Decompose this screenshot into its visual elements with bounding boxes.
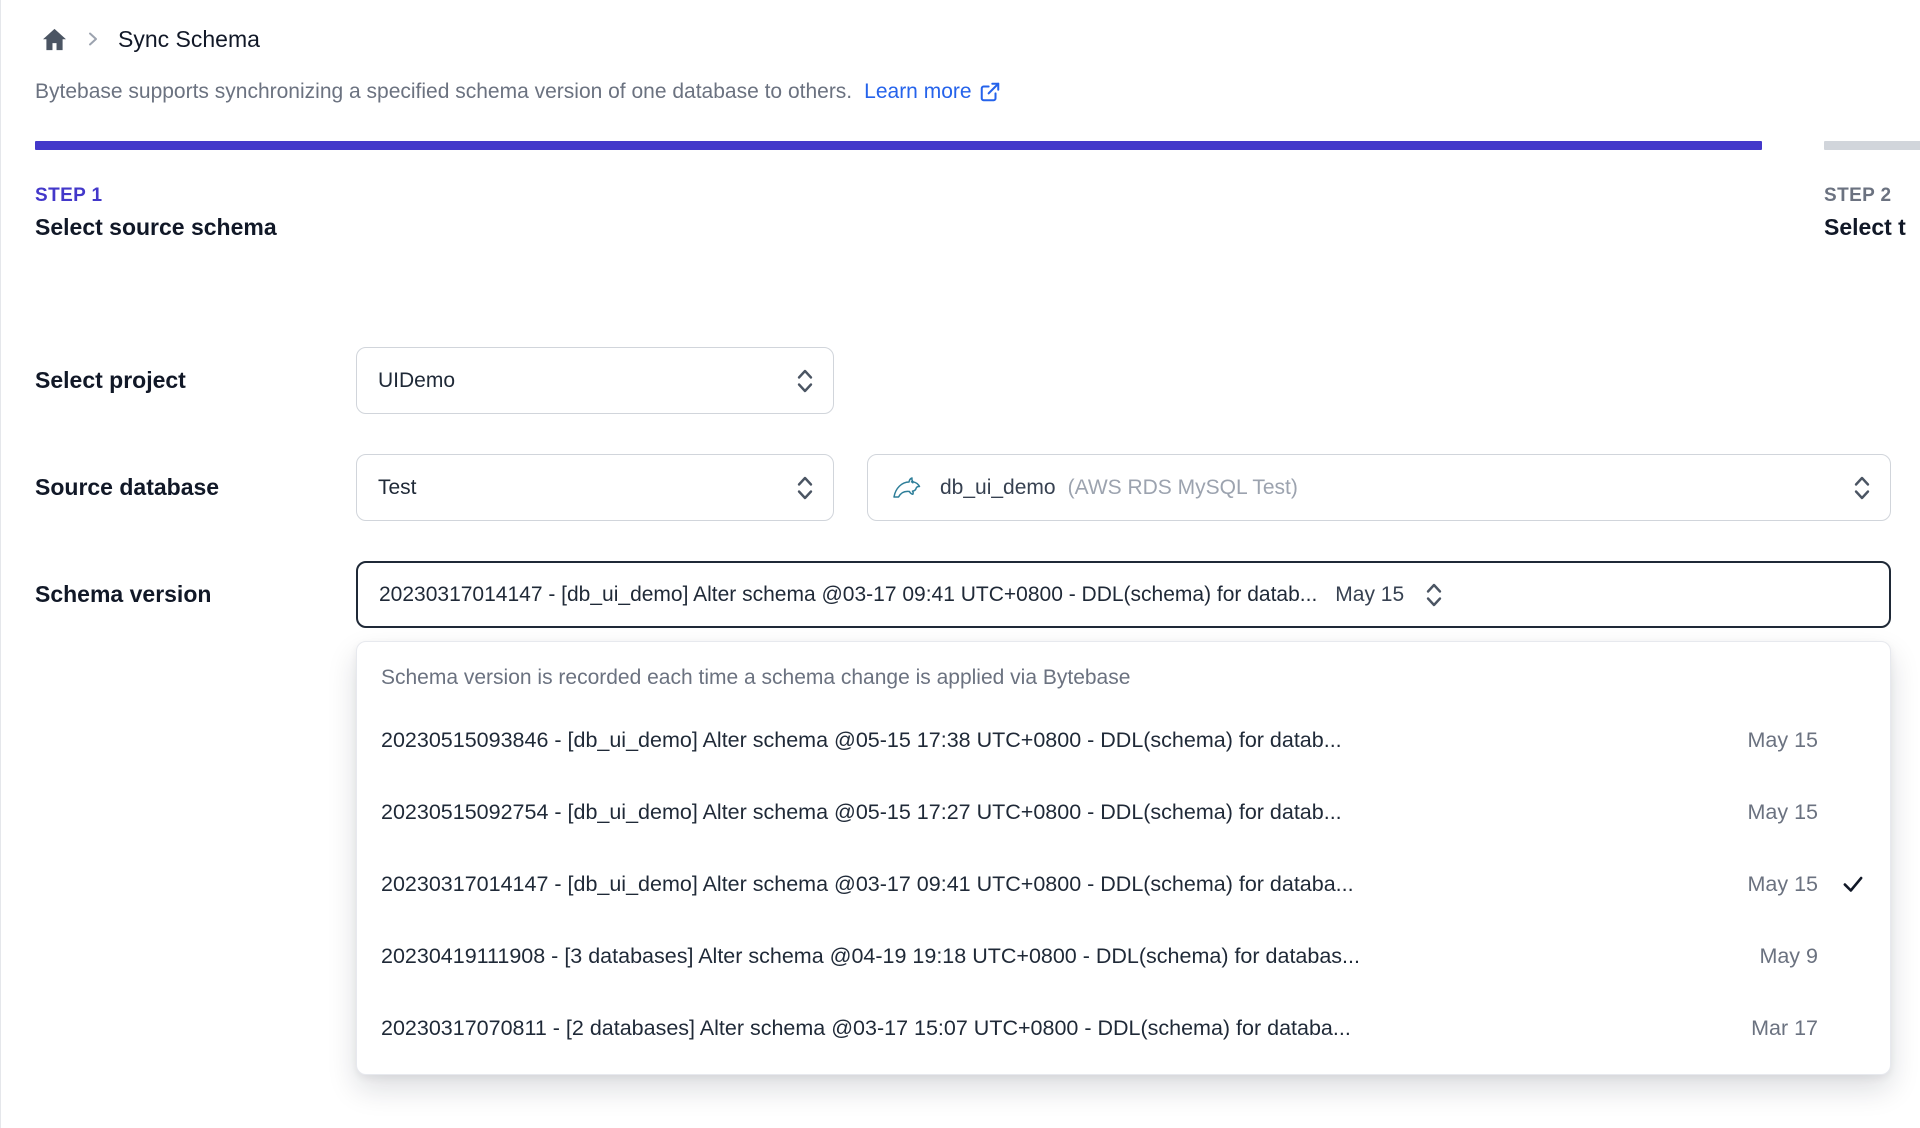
step-2-label: STEP 2 bbox=[1824, 185, 1892, 206]
option-date: May 15 bbox=[1747, 727, 1818, 752]
database-detail: (AWS RDS MySQL Test) bbox=[1067, 475, 1298, 499]
step-2-title: Select t bbox=[1824, 214, 1906, 240]
schema-version-option[interactable]: 20230419111908 - [3 databases] Alter sch… bbox=[357, 920, 1890, 992]
project-row: Select project UIDemo bbox=[35, 347, 1920, 414]
sync-schema-page: Sync Schema Bytebase supports synchroniz… bbox=[1, 0, 1920, 1128]
chevron-right-icon bbox=[85, 31, 101, 47]
schema-version-option-selected[interactable]: 20230317014147 - [db_ui_demo] Alter sche… bbox=[357, 848, 1890, 920]
option-text: 20230515093846 - [db_ui_demo] Alter sche… bbox=[381, 727, 1342, 752]
schema-version-date: May 15 bbox=[1335, 582, 1405, 606]
environment-select[interactable]: Test bbox=[356, 454, 834, 521]
step-2-progress-bar bbox=[1824, 141, 1920, 150]
home-icon[interactable] bbox=[41, 26, 68, 53]
environment-select-value: Test bbox=[378, 475, 417, 499]
step-progress: STEP 1 Select source schema STEP 2 Selec… bbox=[35, 141, 1920, 241]
schema-version-row: Schema version 20230317014147 - [db_ui_d… bbox=[35, 561, 1920, 628]
database-name: db_ui_demo bbox=[940, 475, 1056, 499]
schema-version-label: Schema version bbox=[35, 581, 212, 607]
option-text: 20230317070811 - [2 databases] Alter sch… bbox=[381, 1015, 1351, 1040]
external-link-icon bbox=[979, 81, 1001, 103]
source-database-label: Source database bbox=[35, 474, 220, 500]
step-1-label: STEP 1 bbox=[35, 185, 103, 206]
step-2: STEP 2 Select t bbox=[1824, 141, 1920, 241]
project-select-value: UIDemo bbox=[378, 368, 456, 392]
check-icon bbox=[1818, 871, 1866, 897]
mysql-dolphin-icon bbox=[889, 473, 925, 503]
option-date: May 15 bbox=[1747, 871, 1818, 896]
source-database-row: Source database Test db_ui_demo (AWS RDS… bbox=[35, 454, 1920, 521]
step-1-progress-bar bbox=[35, 141, 1762, 150]
step-1-title: Select source schema bbox=[35, 214, 277, 240]
chevron-up-down-icon bbox=[795, 366, 815, 396]
schema-version-dropdown: Schema version is recorded each time a s… bbox=[356, 641, 1891, 1075]
database-select[interactable]: db_ui_demo (AWS RDS MySQL Test) bbox=[867, 454, 1891, 521]
option-date: May 9 bbox=[1759, 943, 1818, 968]
chevron-up-down-icon bbox=[1852, 473, 1872, 503]
option-text: 20230515092754 - [db_ui_demo] Alter sche… bbox=[381, 799, 1342, 824]
option-date: May 15 bbox=[1747, 799, 1818, 824]
step-1: STEP 1 Select source schema bbox=[35, 141, 1762, 241]
learn-more-label: Learn more bbox=[864, 80, 972, 103]
dropdown-hint: Schema version is recorded each time a s… bbox=[381, 666, 1131, 689]
schema-version-select[interactable]: 20230317014147 - [db_ui_demo] Alter sche… bbox=[356, 561, 1891, 628]
sync-schema-form: Select project UIDemo Source database Te… bbox=[35, 347, 1920, 1075]
chevron-up-down-icon bbox=[795, 473, 815, 503]
project-label: Select project bbox=[35, 367, 186, 393]
project-select[interactable]: UIDemo bbox=[356, 347, 834, 414]
schema-version-option[interactable]: 20230317070811 - [2 databases] Alter sch… bbox=[357, 992, 1890, 1064]
option-text: 20230317014147 - [db_ui_demo] Alter sche… bbox=[381, 871, 1354, 896]
schema-version-option[interactable]: 20230515092754 - [db_ui_demo] Alter sche… bbox=[357, 776, 1890, 848]
option-text: 20230419111908 - [3 databases] Alter sch… bbox=[381, 943, 1360, 968]
page-title: Sync Schema bbox=[118, 25, 260, 52]
breadcrumb: Sync Schema bbox=[41, 22, 1920, 56]
option-date: Mar 17 bbox=[1751, 1015, 1818, 1040]
learn-more-link[interactable]: Learn more bbox=[864, 80, 1000, 104]
schema-version-option[interactable]: 20230515093846 - [db_ui_demo] Alter sche… bbox=[357, 704, 1890, 776]
intro-text: Bytebase supports synchronizing a specif… bbox=[35, 80, 1920, 104]
chevron-up-down-icon bbox=[1424, 580, 1444, 610]
intro-description: Bytebase supports synchronizing a specif… bbox=[35, 80, 853, 103]
schema-version-value: 20230317014147 - [db_ui_demo] Alter sche… bbox=[379, 582, 1318, 606]
